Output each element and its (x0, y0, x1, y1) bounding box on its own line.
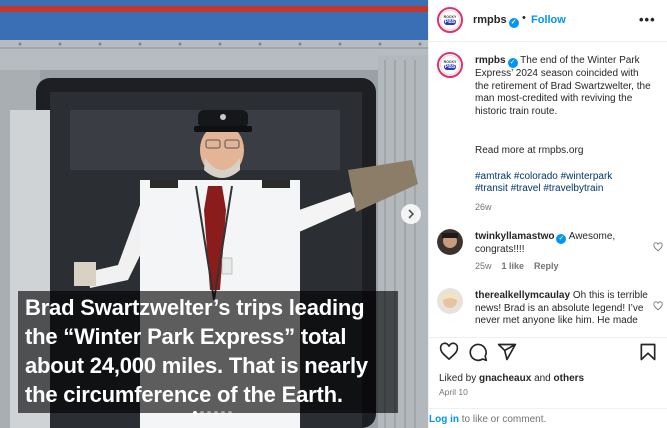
verified-badge-icon: ✓ (507, 58, 518, 68)
bookmark-icon[interactable] (638, 342, 658, 362)
comment: therealkellymcaulay Oh this is terrible … (475, 290, 655, 328)
login-rest-text: to like or comment. (461, 414, 547, 425)
photo-caption: Brad Swartzwelter’s trips leading the “W… (25, 293, 405, 409)
follow-button[interactable]: Follow (531, 14, 566, 26)
share-icon[interactable] (497, 342, 517, 362)
author-username[interactable]: rmpbs (473, 14, 507, 26)
comment-meta: 25w 1 like Reply (475, 261, 559, 271)
more-options-icon[interactable]: ••• (639, 12, 656, 27)
post-description: rmpbs ✓ The end of the Winter Park Expres… (475, 55, 655, 118)
carousel-indicator (193, 411, 232, 415)
comments-section: ROCKY PBS rmpbs ✓ The end of the Winter P… (429, 43, 667, 335)
post-age[interactable]: 26w (475, 202, 492, 212)
read-more-text: Read more at rmpbs.org (475, 145, 584, 156)
heart-icon[interactable] (439, 342, 459, 362)
comment-likes[interactable]: 1 like (502, 261, 525, 271)
carousel-dot (200, 411, 204, 415)
post-side-panel: ROCKY PBS rmpbs ✓ • Follow ••• ROCKY PBS … (428, 0, 667, 428)
comment-age[interactable]: 25w (475, 261, 492, 271)
pbs-logo-icon: PBS (443, 19, 457, 25)
comment-username[interactable]: therealkellymcaulay (475, 290, 570, 301)
caption-line: the “Winter Park Express” total (25, 324, 347, 349)
chevron-right-icon (408, 209, 415, 219)
commenter-avatar[interactable] (437, 229, 463, 255)
comment: twinkyllamastwo ✓ Awesome, congrats!!!! (475, 231, 655, 257)
description-username[interactable]: rmpbs (475, 55, 506, 66)
carousel-dot (193, 411, 197, 415)
post-date[interactable]: April 10 (439, 387, 468, 397)
carousel-next-button[interactable] (401, 204, 421, 224)
reply-button[interactable]: Reply (534, 261, 559, 271)
verified-badge-icon: ✓ (556, 234, 567, 244)
hashtags-line[interactable]: #transit #travel #travelbytrain (475, 183, 603, 194)
verified-badge-icon: ✓ (508, 18, 519, 28)
commenter-avatar[interactable] (437, 288, 463, 314)
login-link[interactable]: Log in (429, 414, 459, 425)
post-photo[interactable]: Brad Swartzwelter’s trips leading the “W… (0, 0, 428, 428)
liked-and-label: and (534, 373, 551, 384)
comment-icon[interactable] (468, 342, 488, 362)
caption-line: Brad Swartzwelter’s trips leading (25, 295, 365, 320)
liked-by-label: Liked by (439, 373, 477, 384)
author-avatar[interactable]: ROCKY PBS (437, 7, 463, 33)
login-prompt: Log in to like or comment. (429, 408, 667, 428)
heart-icon[interactable] (653, 301, 663, 311)
liked-others-link[interactable]: others (554, 373, 585, 384)
hashtags-line[interactable]: #amtrak #colorado #winterpark (475, 171, 612, 182)
author-avatar-small[interactable]: ROCKY PBS (437, 52, 463, 78)
likes-summary: Liked by gnacheaux and others (439, 373, 584, 384)
post-header: ROCKY PBS rmpbs ✓ • Follow ••• (429, 0, 667, 42)
comment-username[interactable]: twinkyllamastwo (475, 231, 554, 242)
post-actions: Liked by gnacheaux and others April 10 L… (429, 337, 667, 428)
carousel-dot (207, 411, 211, 415)
carousel-dot (228, 411, 232, 415)
heart-icon[interactable] (653, 242, 663, 252)
pbs-logo-icon: PBS (443, 64, 457, 70)
carousel-dot (214, 411, 218, 415)
caption-line: about 24,000 miles. That is nearly (25, 353, 368, 378)
separator-dot: • (522, 12, 526, 24)
caption-line: the circumference of the Earth. (25, 382, 343, 407)
liked-user[interactable]: gnacheaux (479, 373, 531, 384)
carousel-dot (221, 411, 225, 415)
description-meta: 26w (475, 202, 492, 212)
